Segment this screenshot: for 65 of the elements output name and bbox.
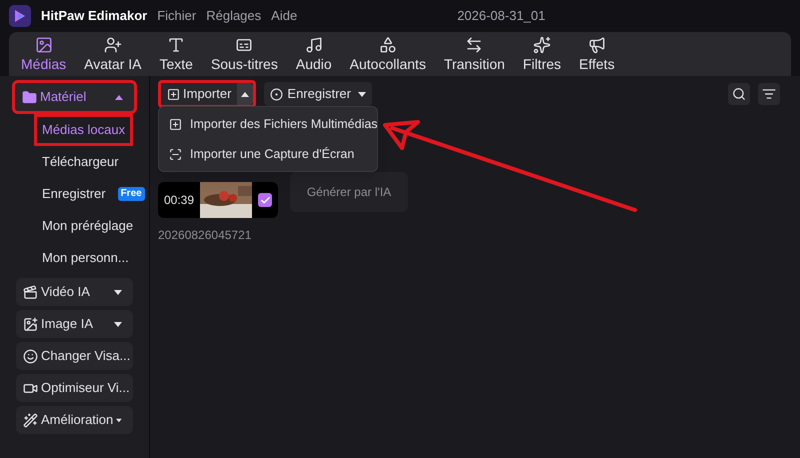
face-icon	[23, 348, 38, 364]
import-button[interactable]: Importer	[158, 80, 256, 108]
sidebar-item[interactable]: Médias locaux	[34, 114, 134, 146]
person-plus-icon	[104, 36, 122, 54]
menu-option[interactable]: Importer une Capture d'Écran	[159, 139, 377, 169]
menu-item[interactable]: Réglages	[206, 6, 262, 26]
menu-item[interactable]: Aide	[271, 6, 298, 26]
text-icon	[167, 36, 186, 54]
sidebar-group[interactable]: Vidéo IA	[16, 278, 133, 306]
search-button[interactable]	[728, 83, 750, 105]
ai-generate-card[interactable]: Générer par l'IA	[290, 172, 408, 212]
music-note-icon	[304, 36, 323, 54]
caret-icon	[358, 92, 366, 96]
sidebar-item[interactable]: Enregistrer	[34, 178, 114, 210]
menu-item[interactable]: Fichier	[157, 6, 196, 26]
screen-capture-icon	[169, 148, 182, 160]
sparkle-icon	[532, 36, 551, 54]
project-name: 2026-08-31_01	[457, 7, 546, 26]
tab[interactable]: Filtres	[516, 36, 568, 72]
add-icon	[169, 118, 182, 130]
sort-button[interactable]	[758, 83, 780, 105]
image-icon	[34, 36, 53, 54]
tab[interactable]: Transition	[438, 36, 511, 72]
tab[interactable]: Sous-titres	[204, 36, 284, 72]
video-icon	[23, 284, 38, 300]
free-badge: Free	[118, 187, 145, 201]
media-name: 20260826045721	[158, 227, 252, 244]
sidebar-group[interactable]: Optimiseur Vi...	[16, 374, 133, 402]
media-thumbnail[interactable]: 00:39	[158, 182, 278, 218]
search-icon	[732, 87, 746, 101]
app-logo-icon	[9, 5, 31, 27]
check-icon	[260, 194, 270, 206]
shapes-icon	[378, 36, 397, 54]
wand-icon	[23, 412, 38, 428]
checkbox[interactable]	[258, 193, 272, 207]
menu-option[interactable]: Importer des Fichiers Multimédias	[159, 109, 377, 139]
caret-icon	[115, 94, 123, 100]
sort-icon	[762, 87, 776, 101]
captions-icon	[235, 36, 254, 54]
caret-icon	[114, 290, 122, 294]
tab[interactable]: Effets	[573, 36, 621, 72]
sidebar-group[interactable]: Changer Visa...	[16, 342, 133, 370]
record-button[interactable]: Enregistrer	[264, 82, 372, 106]
sidebar-item[interactable]: Mon personn...	[34, 242, 137, 274]
add-icon	[167, 88, 180, 100]
caret-icon	[241, 92, 250, 96]
tab[interactable]: Avatar IA	[78, 36, 148, 72]
megaphone-icon	[588, 36, 606, 54]
folder-icon	[22, 90, 37, 104]
tab[interactable]: Audio	[290, 36, 338, 72]
tab[interactable]: Texte	[153, 36, 199, 72]
sidebar-group[interactable]: Amélioration	[16, 406, 133, 434]
duration-label: 00:39	[163, 192, 196, 209]
caret-icon	[116, 418, 122, 422]
sidebar-group[interactable]: Matériel	[12, 80, 137, 114]
sidebar-item[interactable]: Mon préréglage	[34, 210, 142, 242]
tab[interactable]: Médias	[15, 36, 72, 72]
image-icon	[23, 316, 38, 332]
sidebar-group[interactable]: Image IA	[16, 310, 133, 338]
record-icon	[270, 88, 284, 100]
app-name: HitPaw Edimakor	[41, 7, 148, 26]
arrows-icon	[465, 36, 484, 54]
sidebar-item[interactable]: Téléchargeur	[34, 146, 127, 178]
tab[interactable]: Autocollants	[344, 36, 432, 72]
caret-icon	[114, 322, 122, 326]
